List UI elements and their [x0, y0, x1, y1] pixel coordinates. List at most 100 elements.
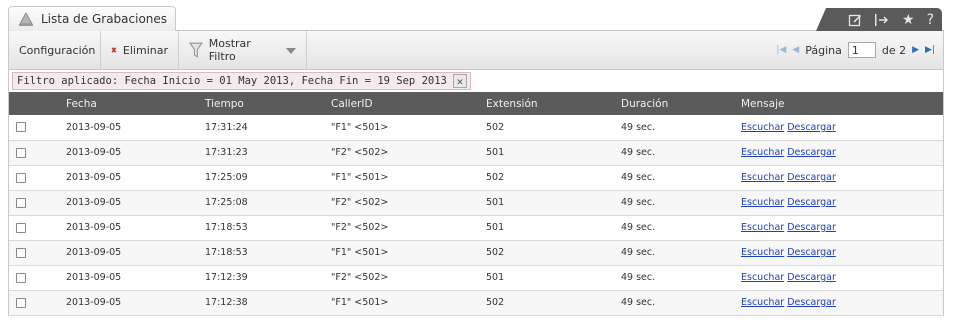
listen-link[interactable]: Escuchar [741, 197, 784, 208]
table-row[interactable]: 2013-09-05 17:31:23 "F2" <502> 501 49 sec. Es… [9, 140, 943, 166]
cell-tiempo: 17:12:38 [205, 290, 331, 316]
help-icon[interactable]: ? [927, 13, 934, 27]
cell-extension: 502 [486, 165, 621, 191]
download-link[interactable]: Descargar [787, 147, 836, 158]
toolbar: Configuración Eliminar Mostrar Filtro |◀… [8, 31, 944, 70]
cell-tiempo: 17:25:09 [205, 165, 331, 191]
page-total-label: de 2 [881, 43, 907, 57]
configuration-button[interactable]: Configuración [9, 31, 101, 69]
next-page-icon[interactable]: ▶ [912, 45, 919, 55]
download-link[interactable]: Descargar [787, 172, 836, 183]
cell-duracion: 49 sec. [621, 290, 741, 316]
listen-link[interactable]: Escuchar [741, 122, 784, 133]
pagination: |◀ ◀ Página de 2 ▶ ▶| [776, 31, 935, 69]
download-link[interactable]: Descargar [787, 122, 836, 133]
cell-mensaje: Escuchar Descargar [741, 115, 943, 141]
last-page-icon[interactable]: ▶| [925, 45, 935, 55]
download-link[interactable]: Descargar [787, 222, 836, 233]
header-mensaje[interactable]: Mensaje [741, 92, 943, 115]
header-callerid[interactable]: CallerID [331, 92, 486, 115]
recordings-table: Fecha Tiempo CallerID Extensión Duración… [8, 92, 944, 316]
tab-title: Lista de Grabaciones [41, 12, 168, 26]
listen-link[interactable]: Escuchar [741, 297, 784, 308]
cell-fecha: 2013-09-05 [66, 115, 205, 141]
delete-x-icon [111, 47, 117, 53]
page-label: Página [805, 43, 842, 57]
download-link[interactable]: Descargar [787, 272, 836, 283]
tab-recordings-list[interactable]: Lista de Grabaciones [8, 6, 176, 31]
listen-link[interactable]: Escuchar [741, 222, 784, 233]
cell-fecha: 2013-09-05 [66, 190, 205, 216]
table-row[interactable]: 2013-09-05 17:12:39 "F2" <502> 501 49 sec. Es… [9, 265, 943, 291]
cell-mensaje: Escuchar Descargar [741, 215, 943, 241]
close-icon[interactable]: ✕ [452, 74, 467, 88]
row-checkbox[interactable] [16, 222, 26, 233]
edit-icon[interactable] [848, 13, 862, 27]
table-row[interactable]: 2013-09-05 17:25:08 "F2" <502> 501 49 sec. Es… [9, 190, 943, 216]
table-row[interactable]: 2013-09-05 17:18:53 "F2" <502> 501 49 sec. Es… [9, 215, 943, 241]
listen-link[interactable]: Escuchar [741, 172, 784, 183]
row-checkbox[interactable] [16, 122, 26, 133]
cell-callerid: "F2" <502> [331, 215, 486, 241]
applied-filter-tag: Filtro aplicado: Fecha Inicio = 01 May 2… [12, 72, 471, 90]
download-link[interactable]: Descargar [787, 297, 836, 308]
header-fecha[interactable]: Fecha [66, 92, 205, 115]
cell-tiempo: 17:25:08 [205, 190, 331, 216]
cell-fecha: 2013-09-05 [66, 215, 205, 241]
listen-link[interactable]: Escuchar [741, 247, 784, 258]
row-checkbox[interactable] [16, 297, 26, 308]
cell-mensaje: Escuchar Descargar [741, 165, 943, 191]
cell-tiempo: 17:31:23 [205, 140, 331, 166]
page-number-input[interactable] [847, 42, 876, 58]
download-link[interactable]: Descargar [787, 247, 836, 258]
cell-extension: 501 [486, 190, 621, 216]
first-page-icon[interactable]: |◀ [776, 45, 786, 55]
tools-tab: ★ ? [816, 8, 942, 31]
cell-fecha: 2013-09-05 [66, 140, 205, 166]
prev-page-icon[interactable]: ◀ [792, 45, 799, 55]
cell-extension: 502 [486, 115, 621, 141]
table-row[interactable]: 2013-09-05 17:12:38 "F1" <501> 502 49 sec. Es… [9, 290, 943, 316]
cell-mensaje: Escuchar Descargar [741, 290, 943, 316]
table-header-row: Fecha Tiempo CallerID Extensión Duración… [9, 92, 943, 115]
cell-duracion: 49 sec. [621, 115, 741, 141]
configuration-label: Configuración [19, 43, 96, 57]
header-extension[interactable]: Extensión [486, 92, 621, 115]
table-row[interactable]: 2013-09-05 17:25:09 "F1" <501> 502 49 sec. Es… [9, 165, 943, 191]
cell-extension: 501 [486, 265, 621, 291]
show-filter-button[interactable]: Mostrar Filtro [179, 31, 307, 69]
delete-button[interactable]: Eliminar [101, 31, 179, 69]
cell-callerid: "F1" <501> [331, 290, 486, 316]
cell-callerid: "F1" <501> [331, 165, 486, 191]
row-checkbox[interactable] [16, 197, 26, 208]
pin-icon[interactable] [874, 13, 890, 27]
listen-link[interactable]: Escuchar [741, 272, 784, 283]
star-icon[interactable]: ★ [902, 13, 915, 27]
cell-fecha: 2013-09-05 [66, 265, 205, 291]
table-row[interactable]: 2013-09-05 17:31:24 "F1" <501> 502 49 sec. Es… [9, 115, 943, 141]
row-checkbox[interactable] [16, 147, 26, 158]
cell-mensaje: Escuchar Descargar [741, 240, 943, 266]
row-checkbox[interactable] [16, 247, 26, 258]
bell-icon [17, 11, 35, 27]
cell-duracion: 49 sec. [621, 190, 741, 216]
cell-duracion: 49 sec. [621, 140, 741, 166]
cell-tiempo: 17:18:53 [205, 215, 331, 241]
header-tiempo[interactable]: Tiempo [205, 92, 331, 115]
table-row[interactable]: 2013-09-05 17:18:53 "F1" <501> 502 49 sec. Es… [9, 240, 943, 266]
cell-callerid: "F1" <501> [331, 115, 486, 141]
header-duracion[interactable]: Duración [621, 92, 741, 115]
cell-extension: 502 [486, 290, 621, 316]
cell-duracion: 49 sec. [621, 265, 741, 291]
row-checkbox[interactable] [16, 172, 26, 183]
cell-mensaje: Escuchar Descargar [741, 140, 943, 166]
cell-mensaje: Escuchar Descargar [741, 265, 943, 291]
funnel-icon [189, 42, 203, 58]
row-checkbox[interactable] [16, 272, 26, 283]
download-link[interactable]: Descargar [787, 197, 836, 208]
listen-link[interactable]: Escuchar [741, 147, 784, 158]
cell-fecha: 2013-09-05 [66, 240, 205, 266]
cell-duracion: 49 sec. [621, 165, 741, 191]
cell-tiempo: 17:12:39 [205, 265, 331, 291]
cell-callerid: "F1" <501> [331, 240, 486, 266]
